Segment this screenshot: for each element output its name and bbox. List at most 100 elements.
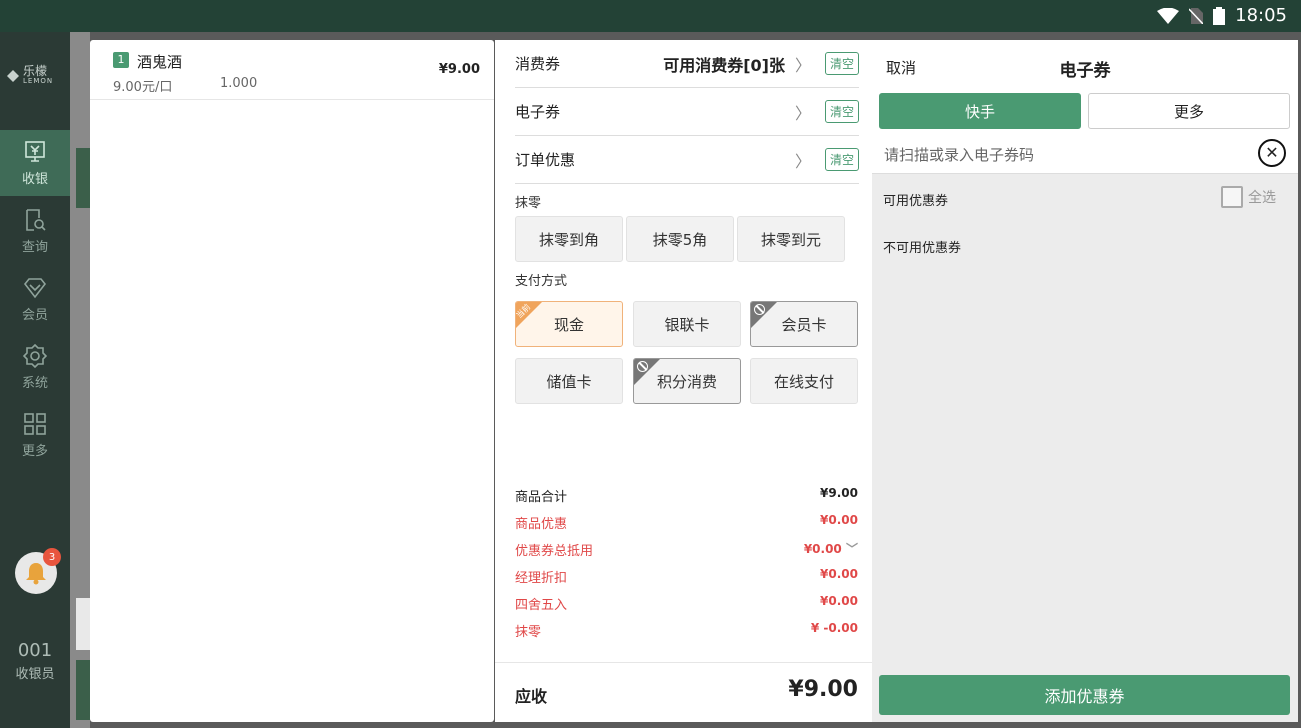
nav-query[interactable]: 查询 [0,198,70,264]
pay-points-button[interactable]: 积分消费 [633,358,741,404]
wifi-icon [1157,7,1180,24]
lemon-logo-icon [7,69,19,82]
order-item-index: 1 [113,52,129,68]
select-all-label: 全选 [1248,190,1276,206]
nav-member[interactable]: 会员 [0,266,70,332]
summary-row: 抹零 ¥ -0.00 [515,621,858,640]
pay-points-label: 积分消费 [656,372,717,391]
summary-value: ¥9.00 [820,486,858,500]
summary-value: ¥0.00 [820,594,858,608]
select-all[interactable]: 全选 [1221,186,1276,208]
summary-label: 四舍五入 [515,598,568,613]
coupon-code-input[interactable] [884,140,1244,170]
summary-row: 经理折扣 ¥0.00 [515,567,858,586]
order-item-price: ¥9.00 [438,62,480,77]
order-item-quantity: 1.000 [220,76,258,91]
logo-sub: LEMON [23,77,54,85]
underlay-block [76,598,90,650]
logo: 乐檬 LEMON [6,64,54,85]
tab-more[interactable]: 更多 [1088,93,1290,129]
e-coupon-panel: 取消 电子券 快手 更多 ✕ 可用优惠券 全选 不可用优惠券 添加优惠券 [872,40,1298,722]
summary-label: 商品优惠 [515,517,568,532]
nav-more[interactable]: 更多 [0,402,70,468]
settings-icon [23,343,47,368]
coupon-total-value: ¥0.00 [803,542,842,556]
left-nav: 乐檬 LEMON 收银 查询 会员 系统 更多 3 001 收银员 [0,32,70,728]
available-coupons-label: 可用优惠券 [883,194,949,209]
cashier-label: 收银员 [15,667,55,682]
cashier-info: 001 收银员 [0,640,70,682]
cancel-button[interactable]: 取消 [886,57,916,78]
nav-member-label: 会员 [21,307,48,323]
tab-kuaishou[interactable]: 快手 [879,93,1081,129]
pay-cash-button[interactable]: 当前 现金 [515,301,623,347]
summary-row: 商品合计 ¥9.00 [515,486,858,505]
summary-row[interactable]: 优惠券总抵用 ¥0.00 ﹀ [515,540,858,559]
ban-icon [637,361,648,372]
battery-icon [1213,6,1226,25]
consumer-coupon-label: 消费券 [515,55,561,73]
round-to-yuan-button[interactable]: 抹零到元 [737,216,845,262]
chevron-down-icon: ﹀ [845,542,858,556]
total-value: ¥9.00 [788,677,858,702]
notification-badge: 3 [43,548,61,566]
pay-unionpay-button[interactable]: 银联卡 [633,301,741,347]
pay-online-button[interactable]: 在线支付 [750,358,858,404]
notification-button[interactable]: 3 [15,548,61,594]
total-label: 应收 [515,687,548,706]
summary-value: ¥0.00 [820,567,858,581]
payment-method-label: 支付方式 [515,274,568,289]
pay-stored-value-button[interactable]: 储值卡 [515,358,623,404]
pay-member-card-button[interactable]: 会员卡 [750,301,858,347]
ban-icon [754,304,765,315]
chevron-right-icon: 〉 [794,55,811,75]
cashier-id: 001 [17,640,53,661]
summary-row: 商品优惠 ¥0.00 [515,513,858,532]
order-item-name: 酒鬼酒 [137,53,183,71]
add-coupon-button[interactable]: 添加优惠券 [879,675,1290,715]
nav-settings-label: 系统 [21,375,48,391]
pay-online-label: 在线支付 [773,372,834,391]
pay-cash-label: 现金 [553,315,584,334]
round-to-jiao-button[interactable]: 抹零到角 [515,216,623,262]
query-icon [26,208,46,231]
chevron-right-icon: 〉 [794,151,811,171]
unavailable-coupons-label: 不可用优惠券 [883,241,962,256]
e-coupon-header: 取消 电子券 [872,40,1298,92]
e-coupon-label: 电子券 [515,103,561,121]
underlay-block [76,148,90,208]
order-discount-row[interactable]: 订单优惠 〉 清空 [515,136,859,184]
summary-row: 四舍五入 ¥0.00 [515,594,858,613]
total-bar: 应收 ¥9.00 [495,662,872,722]
select-all-checkbox[interactable] [1221,186,1243,208]
payment-panel: 消费券 可用消费券[0]张 〉 清空 电子券 〉 清空 订单优惠 〉 清空 抹零… [495,40,872,722]
summary-label: 优惠券总抵用 [515,544,594,559]
consumer-coupon-value: 可用消费券[0]张 [663,55,785,75]
clear-input-icon[interactable]: ✕ [1258,139,1286,167]
coupon-code-row: ✕ [872,136,1298,174]
rounding-label: 抹零 [515,196,542,211]
summary-value: ¥0.00 ﹀ [804,540,858,559]
e-coupon-row[interactable]: 电子券 〉 清空 [515,88,859,136]
clock: 18:05 [1235,5,1287,26]
summary-value: ¥ -0.00 [810,621,858,635]
round-5-jiao-button[interactable]: 抹零5角 [626,216,734,262]
nav-cashier[interactable]: 收银 [0,130,70,196]
pay-unionpay-label: 银联卡 [664,315,710,334]
nav-query-label: 查询 [21,239,48,255]
underlay-block [76,660,90,720]
clear-order-discount-button[interactable]: 清空 [824,148,859,171]
status-bar: 18:05 [0,0,1301,32]
order-discount-label: 订单优惠 [515,151,576,169]
consumer-coupon-row[interactable]: 消费券 可用消费券[0]张 〉 清空 [515,40,859,88]
more-icon [24,412,46,435]
order-item[interactable]: 1 酒鬼酒 ¥9.00 9.00元/口 1.000 [90,40,494,100]
pay-member-card-label: 会员卡 [781,315,827,334]
logo-name: 乐檬 [23,64,48,78]
nav-settings[interactable]: 系统 [0,334,70,400]
clear-consumer-coupon-button[interactable]: 清空 [824,52,859,75]
chevron-right-icon: 〉 [794,103,811,123]
clear-e-coupon-button[interactable]: 清空 [824,100,859,123]
no-sim-icon [1189,7,1204,24]
summary-label: 抹零 [515,625,542,640]
